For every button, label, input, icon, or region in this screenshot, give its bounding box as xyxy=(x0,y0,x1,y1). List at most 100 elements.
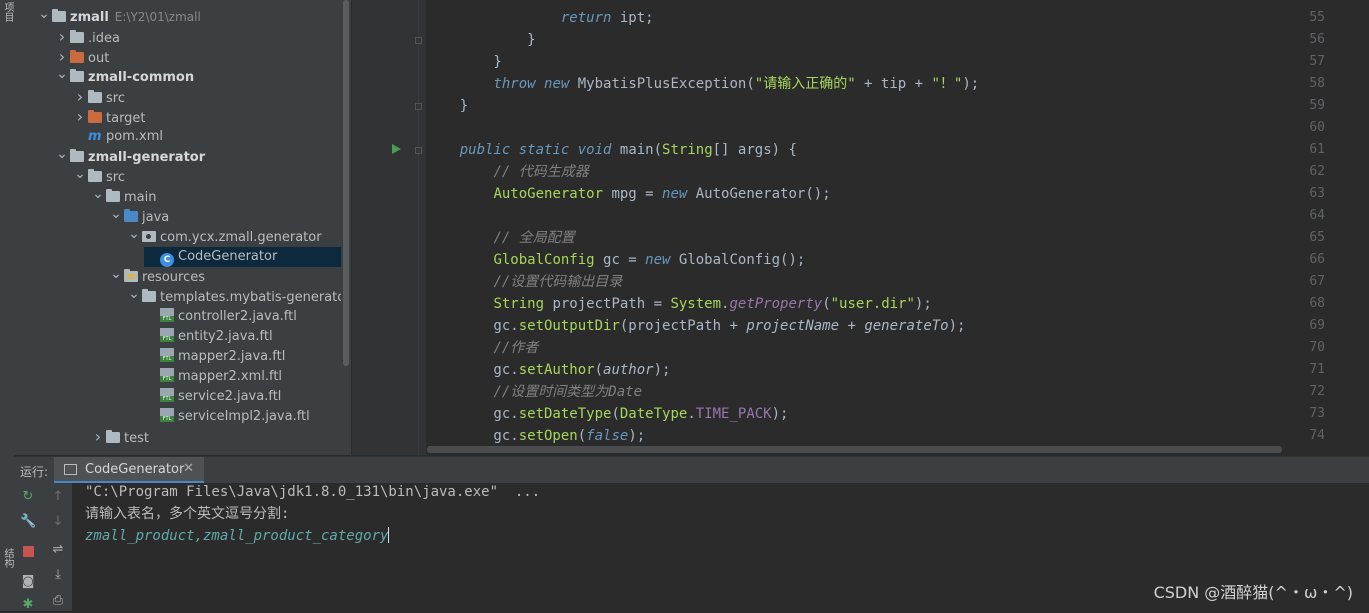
tree-item[interactable]: entity2.java.ftl xyxy=(144,327,341,347)
code-line[interactable]: //作者 xyxy=(426,337,538,359)
tree-item[interactable]: controller2.java.ftl xyxy=(144,307,341,327)
tree-item-label: zmall xyxy=(70,10,109,25)
chevron-right-icon[interactable]: › xyxy=(72,87,88,107)
chevron-down-icon[interactable]: ⌄ xyxy=(108,264,124,284)
chevron-right-icon[interactable]: › xyxy=(54,27,70,47)
code-line[interactable]: public static void main(String[] args) { xyxy=(426,139,797,161)
code-line[interactable]: gc.setDateType(DateType.TIME_PACK); xyxy=(426,403,788,425)
structure-tool-tab[interactable]: 结构 xyxy=(1,548,13,568)
tree-item[interactable]: ⌄ zmall E:\Y2\01\zmall xyxy=(36,4,341,27)
tree-item[interactable]: › out xyxy=(54,47,341,67)
chevron-down-icon[interactable]: ⌄ xyxy=(54,64,70,84)
tree-item[interactable]: ⌄ com.ycx.zmall.generator xyxy=(126,224,341,247)
chevron-down-icon[interactable]: ⌄ xyxy=(126,284,142,304)
folder-icon xyxy=(88,169,102,182)
code-line[interactable]: GlobalConfig gc = new GlobalConfig(); xyxy=(426,249,805,271)
code-line[interactable]: } xyxy=(426,29,535,51)
tree-item[interactable]: service2.java.ftl xyxy=(144,387,341,407)
arrow-up-icon[interactable]: ↑ xyxy=(50,489,66,505)
code-line[interactable]: String projectPath = System.getProperty(… xyxy=(426,293,932,315)
wrench-icon[interactable]: 🔧 xyxy=(20,514,36,530)
code-token: ); xyxy=(628,428,646,444)
camera-icon[interactable]: ◙ xyxy=(20,574,36,590)
line-number: 57 xyxy=(1309,54,1325,69)
fold-marker-icon[interactable] xyxy=(415,103,422,110)
tree-item[interactable]: › target xyxy=(72,107,341,127)
tree-item-label: src xyxy=(106,170,125,185)
code-token: (projectPath + xyxy=(619,318,747,334)
chevron-right-icon[interactable]: › xyxy=(90,427,106,447)
tree-item[interactable]: › test xyxy=(90,427,341,447)
folder-icon xyxy=(88,90,102,103)
code-token: new xyxy=(662,186,688,202)
tree-item[interactable]: mapper2.java.ftl xyxy=(144,347,341,367)
tree-item[interactable]: › src xyxy=(72,87,341,107)
chevron-down-icon[interactable]: ⌄ xyxy=(36,4,52,24)
tree-item[interactable]: › .idea xyxy=(54,27,341,47)
project-scrollbar-thumb[interactable] xyxy=(343,0,349,366)
fold-marker-icon[interactable] xyxy=(415,37,422,44)
code-token: new xyxy=(645,252,671,268)
project-scrollbar[interactable] xyxy=(341,0,351,455)
project-tree: ⌄ zmall E:\Y2\01\zmall › .idea › out ⌄ zmall-com… xyxy=(14,0,341,455)
code-token: // 代码生成器 xyxy=(493,164,589,180)
code-line[interactable]: gc.setOpen(false); xyxy=(426,425,645,447)
project-tool-tab[interactable]: 项目 xyxy=(1,2,13,22)
chevron-right-icon[interactable]: › xyxy=(72,107,88,127)
folder-icon xyxy=(124,209,138,222)
project-path: E:\Y2\01\zmall xyxy=(114,10,201,24)
code-line[interactable]: //设置时间类型为Date xyxy=(426,381,642,403)
code-token: ); xyxy=(914,296,932,312)
java-class-icon: C xyxy=(160,253,174,267)
console-text: 请输入表名，多个英文逗号分割: xyxy=(85,506,290,522)
chevron-down-icon[interactable]: ⌄ xyxy=(72,164,88,184)
tree-item[interactable]: ⌄ resources xyxy=(108,264,341,287)
code-line[interactable]: return ipt; xyxy=(426,7,654,29)
tree-item[interactable]: ⌄ main xyxy=(90,184,341,207)
fold-marker-icon[interactable] xyxy=(415,147,422,154)
code-line[interactable]: gc.setAuthor(author); xyxy=(426,359,670,381)
console-output-line: "C:\Program Files\Java\jdk1.8.0_131\bin\… xyxy=(85,481,540,503)
chevron-down-icon[interactable]: ⌄ xyxy=(54,144,70,164)
tree-item[interactable]: m pom.xml xyxy=(72,127,341,147)
chevron-down-icon[interactable]: ⌄ xyxy=(126,224,142,244)
code-line[interactable]: //设置代码输出目录 xyxy=(426,271,622,293)
scroll-to-end-icon[interactable]: ⤓ xyxy=(50,567,66,583)
tree-item[interactable]: ⌄ src xyxy=(72,164,341,187)
run-tab-codegenerator[interactable]: CodeGenerator ✕ xyxy=(54,457,204,484)
close-icon[interactable]: ✕ xyxy=(183,461,194,476)
line-number: 69 xyxy=(1309,318,1325,333)
print-icon[interactable]: ⎙ xyxy=(50,593,66,609)
rerun-icon[interactable]: ↻ xyxy=(20,489,36,505)
chevron-down-icon[interactable]: ⌄ xyxy=(90,184,106,204)
chevron-down-icon[interactable]: ⌄ xyxy=(108,204,124,224)
tree-item-label: templates.mybatis-generator xyxy=(160,290,341,305)
tree-item[interactable]: ⌄ zmall-common xyxy=(54,64,341,87)
code-token: String xyxy=(662,142,713,158)
editor-horizontal-scrollbar[interactable] xyxy=(427,446,1282,453)
tree-item[interactable]: mapper2.xml.ftl xyxy=(144,367,341,387)
code-editor[interactable]: 55 return ipt; 56 } 57 } 58 throw new Mybat… xyxy=(352,0,1369,455)
stop-icon[interactable] xyxy=(20,546,36,562)
tree-item[interactable]: serviceImpl2.java.ftl xyxy=(144,407,341,427)
code-line[interactable]: } xyxy=(426,51,501,73)
code-line[interactable]: // 全局配置 xyxy=(426,227,574,249)
code-line[interactable]: throw new MybatisPlusException("请输入正确的" … xyxy=(426,73,979,95)
run-gutter-icon[interactable] xyxy=(392,144,401,154)
code-token: ); xyxy=(653,362,671,378)
line-number: 63 xyxy=(1309,186,1325,201)
code-line[interactable]: } xyxy=(426,95,468,117)
tree-item-label: mapper2.xml.ftl xyxy=(178,369,283,384)
code-line[interactable]: // 代码生成器 xyxy=(426,161,589,183)
arrow-down-icon[interactable]: ↓ xyxy=(50,514,66,530)
soft-wrap-icon[interactable]: ⇌ xyxy=(50,542,66,558)
code-line[interactable]: AutoGenerator mpg = new AutoGenerator(); xyxy=(426,183,830,205)
code-line[interactable]: gc.setOutputDir(projectPath + projectNam… xyxy=(426,315,965,337)
tree-item[interactable]: C CodeGenerator xyxy=(144,247,341,267)
tree-item[interactable]: ⌄ zmall-generator xyxy=(54,144,341,167)
tree-item-label: com.ycx.zmall.generator xyxy=(160,230,322,245)
tree-item[interactable]: ⌄ java xyxy=(108,204,341,227)
tree-item[interactable]: ⌄ templates.mybatis-generator xyxy=(126,284,341,307)
